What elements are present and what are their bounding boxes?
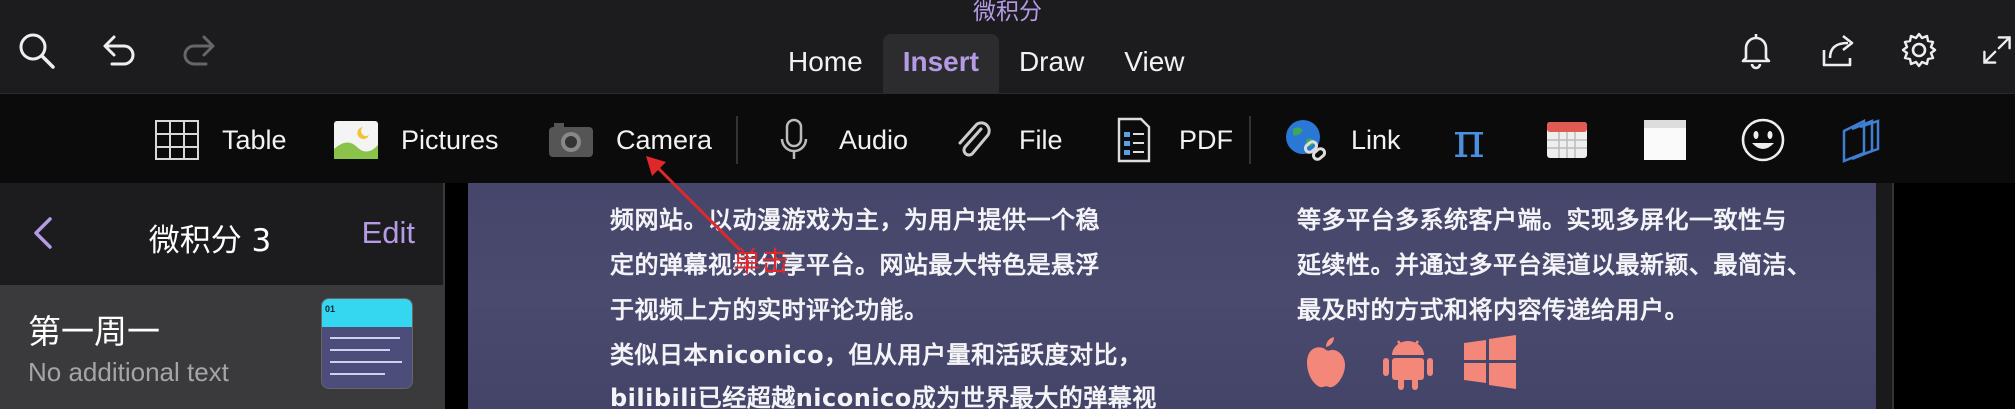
table-label: Table <box>222 124 287 155</box>
bell-icon[interactable] <box>1734 28 1778 72</box>
android-icon <box>1383 340 1433 390</box>
insert-note-button[interactable] <box>1642 116 1688 164</box>
sidebar-header: 微积分 3 Edit <box>0 183 443 285</box>
thumbnail-label: 01 <box>325 304 336 314</box>
section-title: 微积分 3 <box>148 223 272 259</box>
title-bar: 微积分 Home Insert Draw View <box>0 0 2015 93</box>
pi-equation-icon: π <box>1453 117 1485 163</box>
search-icon[interactable] <box>14 28 58 72</box>
page-subtitle: No additional text <box>28 357 229 387</box>
microphone-icon <box>780 118 808 159</box>
table-icon <box>155 120 199 160</box>
insert-calendar-button[interactable] <box>1544 116 1590 164</box>
link-label: Link <box>1351 124 1401 155</box>
ribbon-tabs: Home Insert Draw View <box>768 34 1204 93</box>
sticky-note-icon <box>1644 120 1686 160</box>
page-thumbnail: 01 <box>321 298 413 389</box>
windows-icon <box>1464 335 1516 389</box>
expand-icon[interactable] <box>1975 28 2015 72</box>
apple-icon <box>1307 337 1345 388</box>
slide-text-line: 于视频上方的实时评论功能。 <box>610 296 929 324</box>
tab-draw[interactable]: Draw <box>999 34 1104 93</box>
insert-pictures-button[interactable]: Pictures <box>333 116 499 164</box>
annotation-label: 单击 <box>733 245 790 278</box>
paperclip-icon <box>958 121 991 157</box>
sidebar-divider[interactable] <box>443 183 445 409</box>
insert-audio-button[interactable]: Audio <box>771 116 908 164</box>
page-sidebar: 微积分 3 Edit 第一周一 No additional text 01 <box>0 183 443 409</box>
share-icon[interactable] <box>1816 28 1860 72</box>
tab-home[interactable]: Home <box>768 34 883 93</box>
camera-icon <box>549 123 593 157</box>
slide-text-line: 延续性。并通过多平台渠道以最新颖、最简洁、 <box>1297 251 1812 279</box>
emoji-icon <box>1741 118 1785 162</box>
ribbon-separator <box>1249 116 1251 164</box>
page-list-item[interactable]: 第一周一 No additional text 01 <box>0 285 443 409</box>
insert-equation-button[interactable]: π <box>1446 116 1492 164</box>
pdf-label: PDF <box>1179 124 1233 155</box>
slide-text-line: bilibili已经超越niconico成为世界最大的弹幕视 <box>610 384 1157 409</box>
globe-link-icon <box>1286 120 1327 161</box>
tab-insert[interactable]: Insert <box>882 34 999 93</box>
page-title: 第一周一 <box>28 312 160 351</box>
slide-text-line: 类似日本niconico，但从用户量和活跃度对比， <box>610 341 1143 369</box>
insert-table-button[interactable]: Table <box>154 116 287 164</box>
insert-link-button[interactable]: Link <box>1283 116 1401 164</box>
undo-icon[interactable] <box>96 28 140 72</box>
pictures-icon <box>334 121 378 159</box>
redo-icon[interactable] <box>178 28 222 72</box>
file-label: File <box>1019 124 1063 155</box>
pdf-icon <box>1117 117 1151 163</box>
insert-file-button[interactable]: File <box>951 116 1063 164</box>
audio-label: Audio <box>839 124 909 155</box>
insert-stack-button[interactable] <box>1838 116 1884 164</box>
gear-icon[interactable] <box>1897 28 1941 72</box>
edit-button[interactable]: Edit <box>362 215 415 251</box>
insert-ribbon: Table Pictures Camera Audio File PDF Lin… <box>0 93 2015 183</box>
insert-emoji-button[interactable] <box>1740 116 1786 164</box>
app-title: 微积分 <box>973 0 1042 25</box>
svg-text:π: π <box>1453 117 1485 163</box>
pictures-label: Pictures <box>401 124 499 155</box>
tab-view[interactable]: View <box>1104 34 1204 93</box>
slide-text-line: 等多平台多系统客户端。实现多屏化一致性与 <box>1297 206 1787 234</box>
stack-icon <box>1842 118 1880 163</box>
calendar-icon <box>1547 122 1587 158</box>
insert-pdf-button[interactable]: PDF <box>1111 116 1233 164</box>
slide-text-line: 最及时的方式和将内容传递给用户。 <box>1297 296 1689 324</box>
